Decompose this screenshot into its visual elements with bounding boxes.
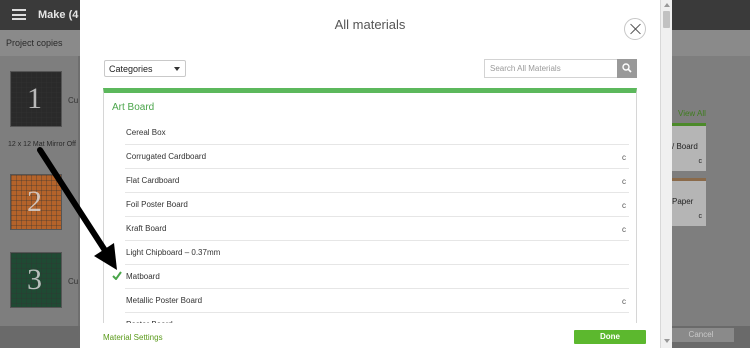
pointer-arrow-icon (37, 147, 117, 270)
